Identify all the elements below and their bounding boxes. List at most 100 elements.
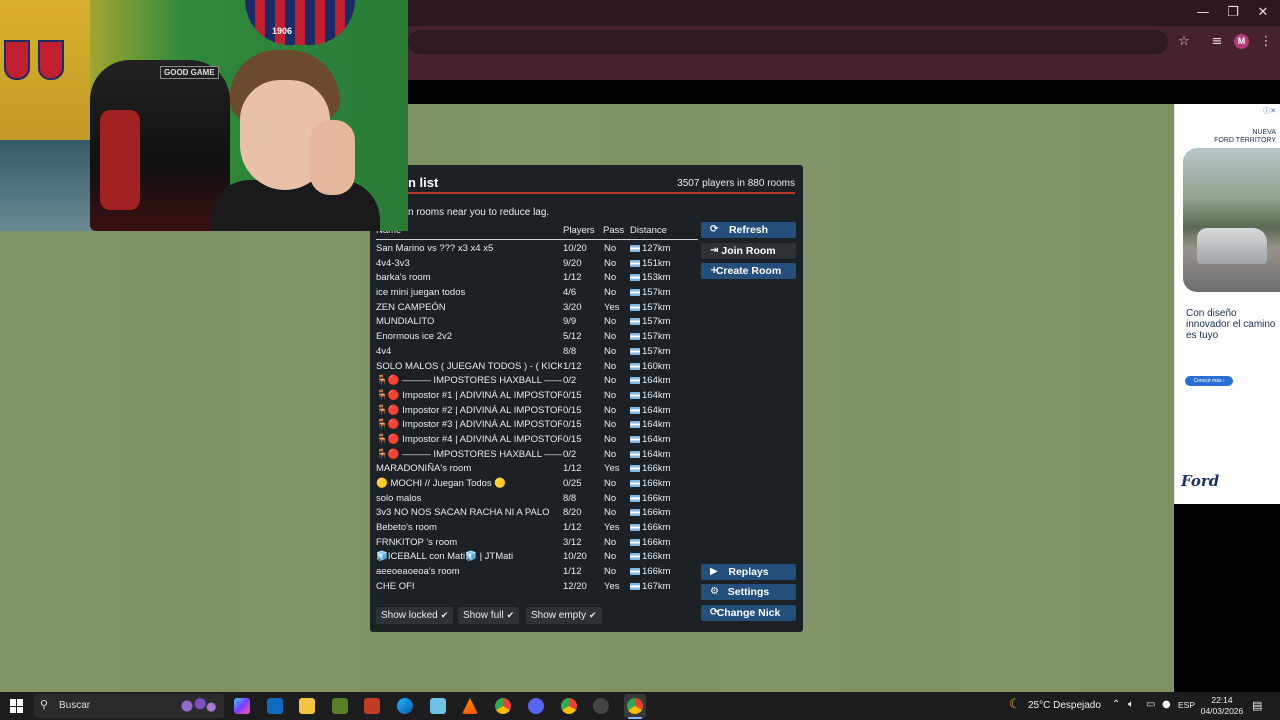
country-flag-icon <box>630 347 640 355</box>
room-pass: No <box>604 419 617 431</box>
room-row[interactable]: aeeoeaoeoa's room 1/12 No 166km <box>376 565 698 580</box>
room-players: 0/15 <box>563 389 582 401</box>
windows-start-icon[interactable] <box>10 699 24 713</box>
room-row[interactable]: 🪑🔴 ——— IMPOSTORES HAXBALL ——— 0/2 No 164km <box>376 374 698 389</box>
room-row[interactable]: CHE OFI 12/20 Yes 167km <box>376 580 698 595</box>
refresh-button[interactable]: ⟳ Refresh <box>701 222 796 238</box>
room-row[interactable]: MARADONIÑA's room 1/12 Yes 166km <box>376 462 698 477</box>
tray-chevron-icon[interactable]: ⌃ <box>1112 699 1120 710</box>
refresh-icon: ⟳ <box>710 224 719 235</box>
chrome-icon[interactable] <box>495 698 511 714</box>
room-row[interactable]: solo malos 8/8 No 166km <box>376 492 698 507</box>
show-full-toggle[interactable]: Show full ✔ <box>458 607 520 624</box>
network-icon[interactable]: ▭ <box>1146 699 1155 710</box>
change-nick-button[interactable]: ⟳ Change Nick <box>701 605 796 621</box>
room-row[interactable]: 🪑🔴 ——— IMPOSTORES HAXBALL ——— 0/2 No 164km <box>376 448 698 463</box>
room-pass: No <box>604 536 617 548</box>
room-players: 0/25 <box>563 478 582 489</box>
room-distance-value: 164km <box>642 448 671 460</box>
edge-icon[interactable] <box>397 698 413 714</box>
room-distance-value: 166km <box>642 507 671 519</box>
outlook-icon[interactable] <box>267 698 283 714</box>
column-distance[interactable]: Distance <box>630 225 667 236</box>
room-row[interactable]: Enormous ice 2v2 5/12 No 157km <box>376 330 698 345</box>
room-list-dialog: n list 3507 players in 880 rooms n rooms… <box>370 165 803 632</box>
room-row[interactable]: barka's room 1/12 No 153km <box>376 271 698 286</box>
plus-icon: + <box>710 265 719 276</box>
replays-button[interactable]: ▶ Replays <box>701 564 796 580</box>
ford-advertisement[interactable]: ⓘ✕ NUEVA FORD TERRITORY Con diseño innov… <box>1174 104 1280 504</box>
room-row[interactable]: 🪑🔴 Impostor #2 | ADIVINÁ AL IMPOSTOR 0/15… <box>376 404 698 419</box>
clock[interactable]: 22:14 04/03/2026 <box>1200 695 1244 717</box>
ad-info-icon[interactable]: ⓘ✕ <box>1263 106 1276 116</box>
column-players[interactable]: Players <box>563 225 595 236</box>
room-distance: 164km <box>630 404 698 419</box>
ad-brand-line2: FORD TERRITORY <box>1214 137 1276 144</box>
room-row[interactable]: Bebeto's room 1/12 Yes 166km <box>376 521 698 536</box>
copilot-icon[interactable] <box>234 698 250 714</box>
room-row[interactable]: SOLO MALOS ( JUEGAN TODOS ) - ( KICK ) 1/… <box>376 360 698 375</box>
room-list[interactable]: San Marino vs ??? x3 x4 x5 10/20 No 127km 4v… <box>376 242 698 602</box>
room-distance-value: 164km <box>642 419 671 431</box>
address-bar[interactable] <box>408 30 1168 54</box>
country-flag-icon <box>630 245 640 252</box>
room-pass: No <box>604 492 617 504</box>
room-distance-value: 151km <box>642 257 671 269</box>
show-empty-toggle[interactable]: Show empty ✔ <box>526 607 602 624</box>
file-explorer-icon[interactable] <box>299 698 315 714</box>
check-icon: ✔ <box>589 611 597 621</box>
room-players: 1/12 <box>563 566 582 578</box>
room-row[interactable]: 🟡 MOCHI // Juegan Todos 🟡 0/25 No 166km <box>376 477 698 492</box>
settings-label: Settings <box>727 586 770 598</box>
microphone-icon[interactable]: ● <box>1162 699 1171 710</box>
show-locked-toggle[interactable]: Show locked ✔ <box>376 607 454 624</box>
chrome-profile-icon[interactable] <box>561 698 577 714</box>
country-flag-icon <box>630 524 640 532</box>
media-control-icon[interactable]: ≡ <box>1209 34 1225 50</box>
chrome-active-icon[interactable] <box>627 698 643 714</box>
ad-brand-text: NUEVA FORD TERRITORY <box>1214 129 1276 145</box>
browser-menu-icon[interactable]: ⋮ <box>1258 34 1274 50</box>
room-distance: 157km <box>630 315 698 330</box>
settings-button[interactable]: ⚙ Settings <box>701 584 796 600</box>
notification-icon[interactable]: ▤ <box>1252 699 1262 712</box>
volume-icon[interactable]: 🔈︎ <box>1128 699 1134 710</box>
room-row[interactable]: ZEN CAMPEÓN 3/20 Yes 157km <box>376 301 698 316</box>
room-row[interactable]: San Marino vs ??? x3 x4 x5 10/20 No 127km <box>376 242 698 257</box>
room-pass: No <box>604 257 617 269</box>
room-row[interactable]: 🧊ICEBALL con Mati🧊 | JTMati 10/20 No 166km <box>376 550 698 565</box>
obs-icon[interactable] <box>593 698 609 714</box>
room-name: Bebeto's room <box>376 522 437 534</box>
room-distance: 157km <box>630 345 698 360</box>
language-indicator[interactable]: ESP <box>1178 700 1195 710</box>
room-row[interactable]: MUNDIALITO 9/9 No 157km <box>376 315 698 330</box>
room-row[interactable]: ice mini juegan todos 4/6 No 157km <box>376 286 698 301</box>
room-row[interactable]: 🪑🔴 Impostor #1 | ADIVINÁ AL IMPOSTOR 0/15… <box>376 389 698 404</box>
restore-button[interactable]: ❐ <box>1218 4 1248 22</box>
room-name: 🪑🔴 Impostor #2 | ADIVINÁ AL IMPOSTOR <box>376 404 562 416</box>
join-room-button[interactable]: ⇥ Join Room <box>701 243 796 259</box>
column-pass[interactable]: Pass <box>603 225 624 236</box>
replays-label: Replays <box>728 566 769 578</box>
clock-time: 22:14 <box>1211 695 1233 705</box>
app-icon[interactable] <box>364 698 380 714</box>
room-row[interactable]: FRNKITOP 's room 3/12 No 166km <box>376 536 698 551</box>
ad-cta-button[interactable]: Conocé más › <box>1185 376 1233 386</box>
vlc-icon[interactable] <box>462 698 478 714</box>
minimize-button[interactable]: — <box>1188 4 1218 22</box>
room-row[interactable]: 4v4 8/8 No 157km <box>376 345 698 360</box>
close-window-button[interactable]: ✕ <box>1248 4 1278 22</box>
profile-avatar[interactable]: M <box>1234 34 1249 49</box>
room-distance: 164km <box>630 433 698 448</box>
room-row[interactable]: 🪑🔴 Impostor #4 | ADIVINÁ AL IMPOSTOR 0/15… <box>376 433 698 448</box>
country-flag-icon <box>630 582 640 590</box>
minecraft-icon[interactable] <box>332 698 348 714</box>
weather-text[interactable]: 25°C Despejado <box>1028 700 1101 711</box>
create-room-button[interactable]: + Create Room <box>701 263 796 279</box>
room-row[interactable]: 🪑🔴 Impostor #3 | ADIVINÁ AL IMPOSTOR 0/15… <box>376 418 698 433</box>
discord-icon[interactable] <box>528 698 544 714</box>
app-icon[interactable] <box>430 698 446 714</box>
room-row[interactable]: 3v3 NO NOS SACAN RACHA NI A PALO 8/20 No 16… <box>376 506 698 521</box>
room-row[interactable]: 4v4-3v3 9/20 No 151km <box>376 257 698 272</box>
bookmark-star-icon[interactable]: ☆ <box>1176 34 1192 50</box>
